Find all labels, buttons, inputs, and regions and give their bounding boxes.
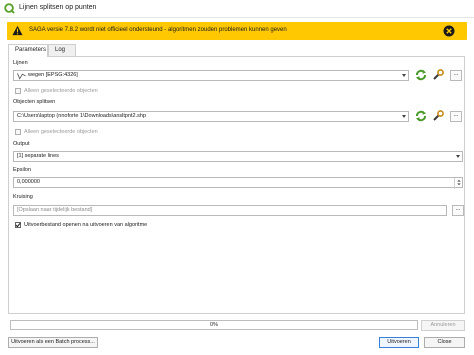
- kruising-label: Kruising: [13, 194, 33, 200]
- warning-icon: [12, 25, 23, 36]
- chevron-down-icon: [402, 115, 406, 118]
- lijnen-browse-button[interactable]: ...: [450, 70, 462, 81]
- iterate-icon[interactable]: [415, 69, 427, 81]
- wrench-icon[interactable]: [432, 110, 444, 122]
- title-bar: Lijnen splitsen op punten: [0, 0, 474, 18]
- epsilon-spinbox[interactable]: 0,000000: [13, 177, 463, 189]
- progress-bar: 0%: [10, 320, 418, 330]
- warning-banner: SAGA versie 7.8.2 wordt niet officieel o…: [7, 22, 467, 40]
- objecten-label: Objecten splitsen: [13, 99, 56, 105]
- output-label: Output: [13, 141, 30, 147]
- output-select[interactable]: [1] separate lines: [13, 151, 463, 162]
- warning-text: SAGA versie 7.8.2 wordt niet officieel o…: [29, 27, 287, 33]
- objecten-browse-button[interactable]: ...: [450, 111, 462, 122]
- progress-text: 0%: [210, 322, 218, 328]
- cancel-button[interactable]: Annuleren: [421, 320, 465, 331]
- wrench-icon[interactable]: [432, 69, 444, 81]
- parameters-panel: Lijnen wegen [EPSG:4326] ... Alleen gese…: [8, 56, 465, 314]
- check-icon: [15, 222, 21, 228]
- lijnen-select[interactable]: wegen [EPSG:4326]: [13, 70, 409, 81]
- epsilon-value: 0,000000: [17, 179, 40, 185]
- open-output-checkbox[interactable]: [15, 222, 21, 228]
- kruising-placeholder: [Opslaan naar tijdelijk bestand]: [17, 207, 93, 213]
- line-layer-icon: [17, 73, 26, 80]
- objecten-selected-only-checkbox[interactable]: [15, 129, 21, 135]
- epsilon-stepper[interactable]: [454, 178, 462, 189]
- epsilon-label: Epsilon: [13, 167, 32, 173]
- run-button[interactable]: Uitvoeren: [379, 337, 419, 348]
- lijnen-selected-only-label: Alleen geselecteerde objecten: [24, 88, 98, 94]
- objecten-selected-only-label: Alleen geselecteerde objecten: [24, 129, 98, 135]
- objecten-select[interactable]: C:\Users\laptop (nnoforte 1\Downloads\an…: [13, 111, 409, 122]
- spin-arrows-icon: [457, 179, 461, 186]
- processing-dialog: Lijnen splitsen op punten SAGA versie 7.…: [0, 0, 474, 355]
- iterate-icon[interactable]: [415, 110, 427, 122]
- output-value: [1] separate lines: [17, 153, 59, 159]
- kruising-output-field[interactable]: [Opslaan naar tijdelijk bestand]: [13, 205, 447, 216]
- lijnen-label: Lijnen: [13, 60, 28, 66]
- kruising-browse-button[interactable]: ...: [452, 205, 464, 216]
- close-button[interactable]: Close: [424, 337, 465, 348]
- window-title: Lijnen splitsen op punten: [19, 4, 97, 11]
- chevron-down-icon: [402, 74, 406, 77]
- close-icon[interactable]: [443, 25, 455, 37]
- chevron-down-icon: [456, 155, 460, 158]
- lijnen-value: wegen [EPSG:4326]: [28, 72, 78, 78]
- qgis-icon: [4, 3, 15, 14]
- objecten-value: C:\Users\laptop (nnoforte 1\Downloads\an…: [17, 113, 147, 119]
- lijnen-selected-only-checkbox[interactable]: [15, 88, 21, 94]
- tab-log[interactable]: Log: [48, 44, 76, 56]
- open-output-label: Uitvoerbestand openen na uitvoeren van a…: [24, 222, 148, 228]
- batch-process-button[interactable]: Uitvoeren als een Batch process...: [8, 337, 98, 348]
- tab-parameters[interactable]: Parameters: [8, 44, 48, 57]
